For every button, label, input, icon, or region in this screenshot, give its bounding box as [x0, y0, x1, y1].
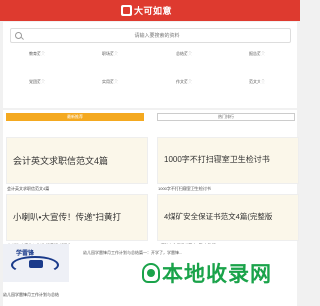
category-label: 职场范文 — [102, 51, 118, 56]
logo-text: 大可如意 — [134, 6, 173, 16]
search-box[interactable] — [10, 28, 291, 43]
category-edu[interactable]: 教育范文 — [17, 49, 57, 73]
category-summary[interactable]: 总结范文 — [164, 49, 204, 73]
category-all[interactable]: 范文大全 — [237, 77, 277, 101]
category-practical[interactable]: 实用范文 — [90, 77, 130, 101]
watermark: 本地收录网 — [142, 262, 272, 286]
article-thumbnail[interactable]: 4煤矿安全保证书范文4篇(完整版 — [157, 194, 299, 241]
search-and-categories-card: 教育范文 职场范文 总结范文 报告范文 党团范文 实用范文 作文范文 范文大全 — [3, 22, 297, 108]
category-label: 总结范文 — [176, 51, 192, 56]
article-thumbnail[interactable]: 会计英文求职信范文4篇 — [6, 137, 148, 184]
top-header: 大可如意 — [0, 0, 300, 21]
watermark-text: 本地收录网 — [162, 263, 272, 286]
category-label: 党团范文 — [29, 79, 45, 84]
search-input[interactable] — [27, 30, 287, 42]
category-label: 教育范文 — [29, 51, 45, 56]
article-title-link[interactable]: 会计英文求职信范文4篇 — [7, 186, 49, 192]
featured-excerpt: 幼儿园学雷锋月工作计划与总结篇一：开学了，学雷锋... — [83, 250, 183, 255]
article-thumbnail[interactable]: 1000字不打扫寝室卫生检讨书 — [157, 137, 299, 184]
article-thumbnail[interactable]: 小喇叭•大宣传！传递"扫黄打 — [6, 194, 148, 241]
category-party[interactable]: 党团范文 — [17, 77, 57, 101]
category-label: 实用范文 — [102, 79, 118, 84]
search-icon[interactable] — [15, 32, 22, 39]
thumbnail-title: 会计英文求职信范文4篇 — [13, 156, 109, 166]
tab-popular[interactable]: 热门排行 — [157, 113, 295, 121]
watermark-logo-icon — [142, 263, 160, 283]
site-logo[interactable]: 大可如意 — [121, 4, 172, 17]
category-career[interactable]: 职场范文 — [90, 49, 130, 73]
category-essay[interactable]: 作文范文 — [164, 77, 204, 101]
badge-decoration — [29, 260, 43, 268]
featured-title-link[interactable]: 幼儿园学雷锋月工作计划与总结 — [3, 292, 59, 298]
category-label: 报告范文 — [249, 51, 265, 56]
logo-icon — [121, 5, 132, 16]
category-label: 范文大全 — [249, 79, 265, 84]
article-title-link[interactable]: 1000字不打扫寝室卫生检讨书 — [158, 186, 211, 192]
featured-thumbnail[interactable]: 学雷锋 — [3, 244, 69, 282]
tab-latest[interactable]: 最新推荐 — [6, 113, 144, 121]
category-label: 作文范文 — [176, 79, 192, 84]
thumbnail-title: 小喇叭•大宣传！传递"扫黄打 — [13, 212, 121, 222]
category-report[interactable]: 报告范文 — [237, 49, 277, 73]
thumbnail-title: 4煤矿安全保证书范文4篇(完整版 — [164, 212, 273, 221]
thumbnail-title: 1000字不打扫寝室卫生检讨书 — [164, 155, 270, 164]
